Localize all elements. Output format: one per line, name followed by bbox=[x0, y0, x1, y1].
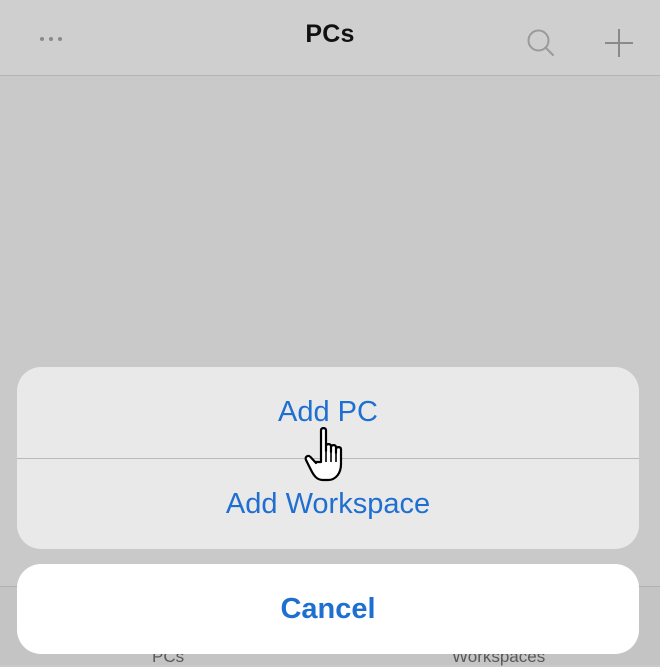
search-icon bbox=[527, 29, 554, 56]
navigation-bar: PCs bbox=[0, 0, 660, 76]
page-title: PCs bbox=[305, 20, 355, 48]
cancel-button[interactable]: Cancel bbox=[17, 564, 639, 654]
add-button[interactable] bbox=[602, 26, 636, 60]
hand-pointer-cursor-icon bbox=[304, 427, 343, 482]
plus-icon bbox=[605, 29, 633, 57]
search-button[interactable] bbox=[526, 28, 556, 58]
